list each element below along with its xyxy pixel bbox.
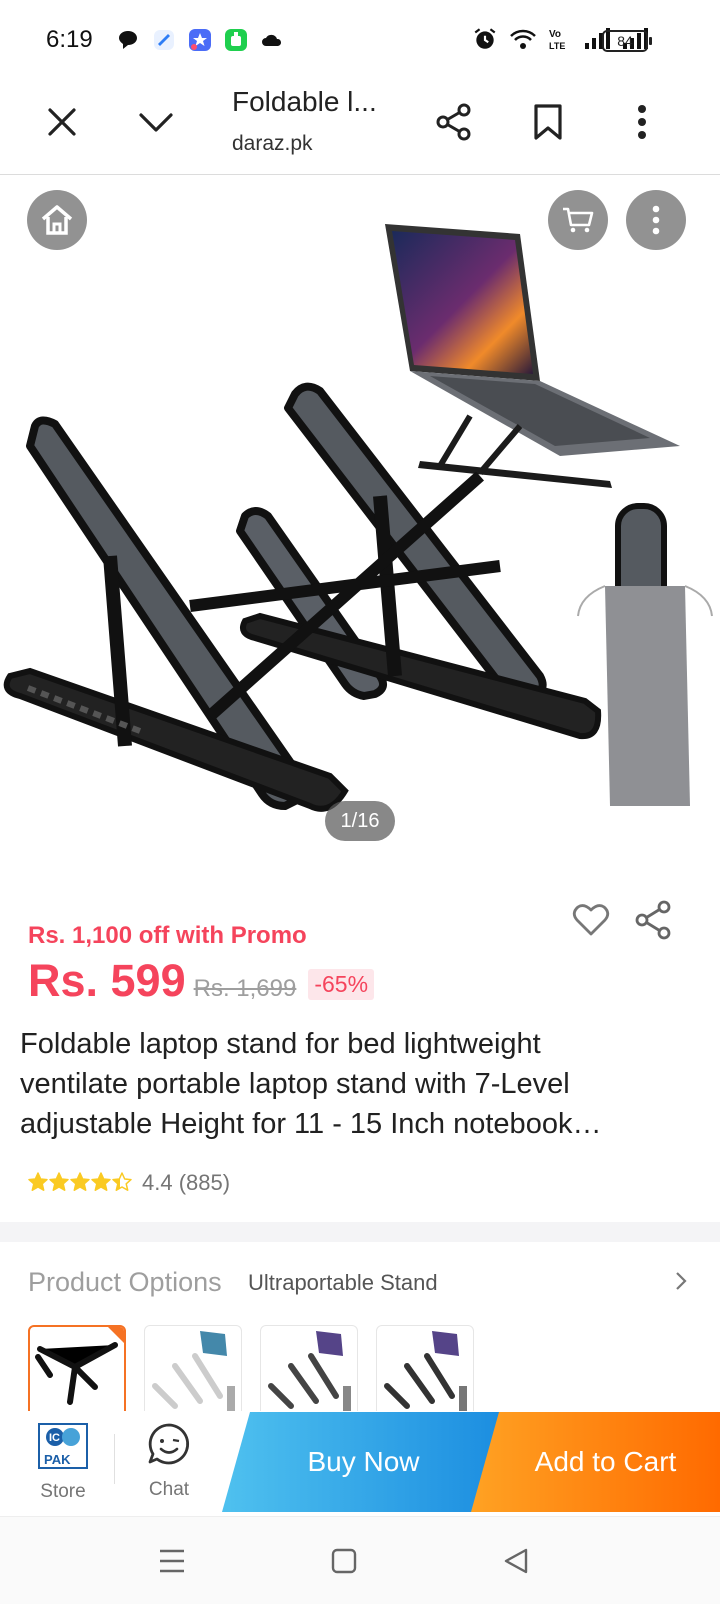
- chevron-right-icon: [676, 1272, 687, 1290]
- notification-icons: [116, 28, 284, 52]
- bottom-action-bar: IC PAK Store Chat Buy Now Add to Cart: [0, 1412, 720, 1516]
- star-half-icon: [112, 1172, 132, 1191]
- product-options-row[interactable]: Product Options Ultraportable Stand: [28, 1265, 688, 1305]
- product-title-line: adjustable Height for 11 - 15 Inch noteb…: [20, 1108, 602, 1140]
- app-green-icon: [225, 29, 247, 51]
- chevron-down-icon: [139, 113, 173, 132]
- cart-button[interactable]: [548, 190, 608, 250]
- discount-badge: -65%: [308, 969, 375, 1000]
- more-vert-icon: [652, 205, 660, 235]
- close-icon: [48, 108, 76, 136]
- back-triangle-icon: [504, 1548, 528, 1574]
- variant-thumbnails: [28, 1325, 474, 1411]
- section-divider: [0, 1222, 720, 1242]
- product-title-line: ventilate portable laptop stand with 7-L…: [20, 1068, 570, 1100]
- rating-row[interactable]: 4.4 (885): [28, 1170, 230, 1196]
- store-logo-text: PAK: [44, 1452, 71, 1467]
- variant-image: [268, 1331, 351, 1411]
- product-title-line: Foldable laptop stand for bed lightweigh…: [20, 1028, 541, 1060]
- star-icon: [49, 1172, 69, 1191]
- stand-illustration: [3, 382, 602, 812]
- store-button[interactable]: IC PAK Store: [20, 1420, 106, 1512]
- collapse-button[interactable]: [132, 98, 180, 146]
- square-icon: [331, 1548, 357, 1574]
- current-price: Rs. 599: [28, 955, 186, 1006]
- browser-toolbar: Foldable l... daraz.pk: [0, 80, 720, 175]
- product-share-icon[interactable]: [634, 900, 672, 940]
- recents-button[interactable]: [150, 1539, 194, 1583]
- status-bar: 6:19 Vo LTE 84: [0, 0, 720, 80]
- bookmark-button[interactable]: [524, 98, 572, 146]
- store-logo: IC PAK: [38, 1423, 88, 1469]
- volte-icon: VoLTE: [549, 29, 565, 51]
- home-icon: [41, 205, 73, 235]
- price-row: Rs. 599 Rs. 1,699 -65%: [28, 955, 375, 1007]
- product-image-gallery[interactable]: 1/16: [0, 176, 720, 870]
- star-icon: [28, 1172, 48, 1191]
- more-vert-icon: [638, 105, 646, 139]
- svg-text:Vo: Vo: [549, 29, 561, 40]
- original-price: Rs. 1,699: [193, 975, 297, 1002]
- wifi-icon: [510, 29, 536, 49]
- variant-thumb[interactable]: [260, 1325, 358, 1411]
- pouch-illustration: [577, 503, 713, 806]
- variant-thumb[interactable]: [144, 1325, 242, 1411]
- product-image: [3, 224, 713, 812]
- gallery-more-button[interactable]: [626, 190, 686, 250]
- variant-image: [35, 1342, 118, 1405]
- home-nav-button[interactable]: [322, 1539, 366, 1583]
- menu-icon: [160, 1549, 184, 1573]
- app-star-icon: [189, 29, 211, 51]
- chat-label: Chat: [148, 1479, 190, 1500]
- options-value: Ultraportable Stand: [248, 1270, 438, 1295]
- options-label: Product Options: [28, 1267, 222, 1297]
- svg-text:LTE: LTE: [549, 41, 565, 51]
- close-button[interactable]: [38, 98, 86, 146]
- battery-indicator: 84: [602, 30, 652, 52]
- laptop-illustration: [385, 224, 680, 488]
- variant-image: [384, 1331, 467, 1411]
- promo-text: Rs. 1,100 off with Promo: [28, 922, 307, 949]
- chat-icon: [148, 1423, 190, 1465]
- system-navigation-bar: [0, 1516, 720, 1604]
- home-button[interactable]: [27, 190, 87, 250]
- page-url: daraz.pk: [232, 132, 313, 155]
- chat-button[interactable]: Chat: [126, 1420, 212, 1512]
- star-icon: [91, 1172, 111, 1191]
- product-title: Foldable laptop stand for bed lightweigh…: [20, 1024, 675, 1144]
- buy-now-button[interactable]: Buy Now: [222, 1412, 505, 1512]
- image-counter: 1/16: [325, 801, 395, 841]
- action-separator: [114, 1434, 115, 1484]
- wishlist-heart-icon[interactable]: [572, 903, 610, 937]
- store-logo-initials: IC: [49, 1432, 60, 1444]
- share-button[interactable]: [430, 98, 478, 146]
- status-time: 6:19: [46, 26, 93, 53]
- star-icon: [70, 1172, 90, 1191]
- rating-stars: [28, 1172, 132, 1191]
- cloud-icon: [262, 34, 282, 46]
- cart-icon: [563, 207, 594, 233]
- variant-image: [152, 1331, 235, 1411]
- app-blue-icon: [154, 30, 174, 50]
- back-button[interactable]: [494, 1539, 538, 1583]
- bookmark-icon: [534, 104, 562, 140]
- page-title: Foldable l...: [232, 86, 377, 117]
- chat-bubble-icon: [119, 31, 137, 49]
- store-label: Store: [40, 1481, 86, 1502]
- more-options-button[interactable]: [618, 98, 666, 146]
- variant-thumb[interactable]: [28, 1325, 126, 1411]
- variant-thumb[interactable]: [376, 1325, 474, 1411]
- add-to-cart-button[interactable]: Add to Cart: [471, 1412, 720, 1512]
- share-icon: [436, 103, 471, 141]
- rating-text: 4.4 (885): [142, 1170, 231, 1195]
- alarm-icon: [474, 28, 496, 49]
